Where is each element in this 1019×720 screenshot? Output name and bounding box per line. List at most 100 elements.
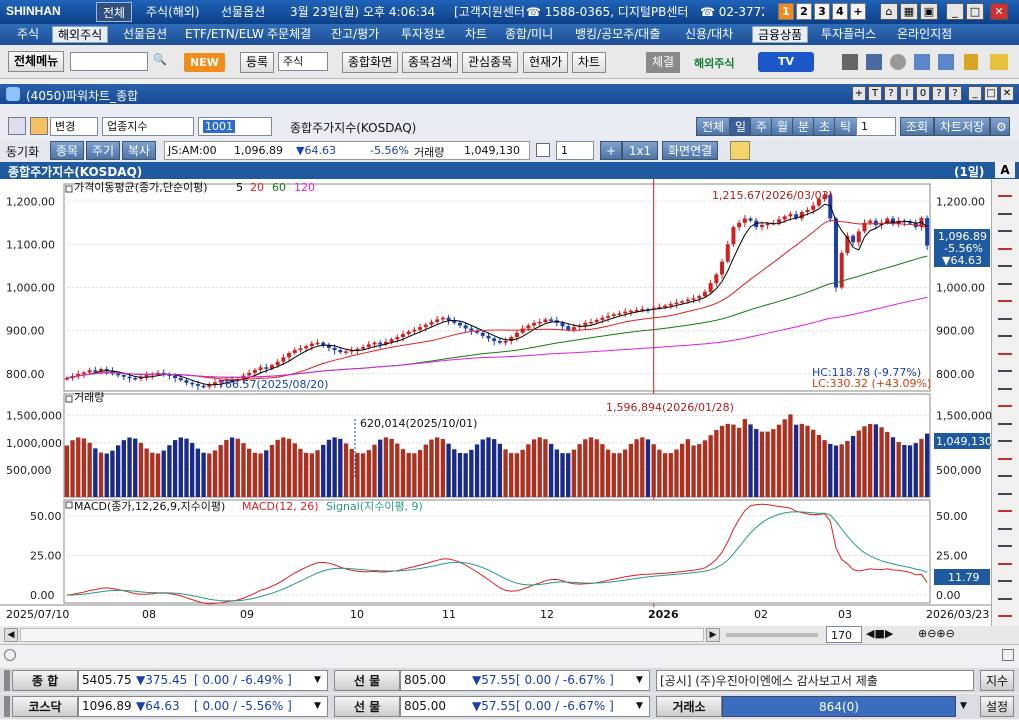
futures-dropdown-icon-2[interactable]: ▼ [636, 696, 643, 717]
window-ctrl-info[interactable]: I [900, 86, 914, 101]
window-minimize-icon[interactable]: _ [968, 86, 982, 101]
menu-item-stock[interactable]: 주식 [12, 26, 44, 43]
cursor-tool-icon[interactable] [998, 203, 1012, 215]
search-icon[interactable]: 🔍 [152, 53, 168, 71]
period-second-button[interactable]: 초 [813, 117, 837, 136]
window-close-icon[interactable]: ✕ [1000, 86, 1014, 101]
screen-2-button[interactable]: 2 [796, 3, 812, 20]
layout-icon[interactable]: ▦ [900, 3, 918, 20]
window-ctrl-q1[interactable]: ? [932, 86, 946, 101]
ratio-button[interactable]: 1x1 [622, 141, 658, 160]
folder-icon[interactable] [990, 54, 1008, 70]
menu-item-online[interactable]: 온라인지점 [892, 26, 957, 43]
window-ctrl-help[interactable]: ? [884, 86, 898, 101]
futures-dropdown-icon-1[interactable]: ▼ [636, 670, 643, 691]
gear-icon[interactable] [890, 54, 906, 70]
scroll-right-icon[interactable]: ▶ [706, 628, 720, 642]
pencil-icon[interactable] [730, 141, 750, 160]
ray-tool-icon[interactable] [998, 360, 1012, 372]
menu-item-orders[interactable]: 주문체결 [262, 26, 316, 43]
all-menu-button[interactable]: 전체메뉴 [8, 51, 65, 72]
code-input[interactable]: 1001 [198, 117, 272, 136]
fibonacci-tool-icon[interactable] [998, 343, 1012, 355]
settings-gear-icon[interactable]: ⚙ [990, 117, 1010, 136]
sync-stock-button[interactable]: 종목 [50, 141, 85, 160]
chart-save-button[interactable]: 차트저장 [934, 117, 991, 136]
add-chart-button[interactable]: + [600, 141, 623, 160]
screen-3-button[interactable]: 3 [814, 3, 830, 20]
menu-item-chart[interactable]: 차트 [460, 26, 492, 43]
overlay-checkbox[interactable] [536, 143, 550, 157]
stock-search-button[interactable]: 종목검색 [402, 52, 459, 73]
sync-period-button[interactable]: 주기 [86, 141, 121, 160]
arrow-tool-icon[interactable] [998, 378, 1012, 390]
lock-tool-icon[interactable] [998, 605, 1012, 617]
fan-tool-icon[interactable] [998, 465, 1012, 477]
register-button[interactable]: 등록 [240, 52, 275, 73]
industry-select[interactable]: 업종지수 [102, 117, 194, 136]
horizontal-line-tool-icon[interactable] [998, 290, 1012, 302]
window-icon[interactable] [914, 54, 930, 70]
period-tick-button[interactable]: 틱 [834, 117, 858, 136]
new-badge[interactable]: NEW [184, 53, 225, 72]
text-tool-icon[interactable] [998, 395, 1012, 407]
screen-1-button[interactable]: 1 [778, 3, 794, 20]
index-button[interactable]: 지수 [980, 670, 1014, 691]
period-day-button[interactable]: 일 [729, 117, 753, 136]
pointer-tool-icon[interactable] [998, 185, 1012, 197]
zoom-count-input[interactable]: 170 [826, 626, 862, 643]
horizontal-scrollbar[interactable] [20, 628, 704, 642]
watchlist-button[interactable]: 관심종목 [462, 52, 519, 73]
window-ctrl-text[interactable]: T [868, 86, 882, 101]
calculator-icon[interactable] [866, 54, 882, 70]
menu-item-mini[interactable]: 종합/미니 [500, 26, 558, 43]
eraser-tool-icon[interactable] [998, 255, 1012, 267]
measure-tool-icon[interactable] [998, 553, 1012, 565]
cycle-tool-icon[interactable] [998, 448, 1012, 460]
minimize-icon[interactable]: _ [946, 3, 964, 20]
square-tool-icon[interactable] [998, 500, 1012, 512]
pitchfork-tool-icon[interactable] [998, 535, 1012, 547]
settings-button[interactable]: 설정 [980, 696, 1014, 717]
chart-area[interactable]: 1,200.001,200.001,100.001,100.001,000.00… [0, 179, 1019, 626]
tv-button[interactable]: TV [758, 52, 814, 72]
menu-item-banking[interactable]: 뱅킹/공모주/대출 [570, 26, 665, 43]
menu-item-futures[interactable]: 선물옵션 [118, 26, 172, 43]
chart-side-toggle-icon[interactable]: A [995, 162, 1015, 178]
triangle-tool-icon[interactable] [998, 518, 1012, 530]
period-minute-button[interactable]: 분 [792, 117, 816, 136]
maximize-icon[interactable]: □ [966, 3, 984, 20]
menu-item-credit[interactable]: 신용/대차 [680, 26, 738, 43]
note-tool-icon[interactable] [998, 570, 1012, 582]
playback-controls-icon[interactable]: ◀■▶ [866, 627, 893, 640]
change-select[interactable]: 변경 [50, 117, 98, 136]
period-week-button[interactable]: 주 [750, 117, 774, 136]
channel-tool-icon[interactable] [998, 325, 1012, 337]
magnet-tool-icon[interactable] [998, 588, 1012, 600]
zoom-icons[interactable]: ⊕⊖⊕⊖ [918, 627, 955, 640]
current-price-button[interactable]: 현재가 [523, 52, 569, 73]
screen-icon[interactable] [938, 54, 954, 70]
lock-icon[interactable]: ▣ [920, 3, 938, 20]
screen-add-button[interactable]: + [850, 3, 866, 20]
tab-all[interactable]: 전체 [96, 2, 133, 22]
chart-count-select[interactable]: 1 [556, 141, 594, 160]
trend-line-tool-icon[interactable] [998, 273, 1012, 285]
chart-button[interactable]: 차트 [572, 52, 607, 73]
resize-icon[interactable] [1002, 649, 1014, 661]
chart-svg[interactable]: 1,200.001,200.001,100.001,100.001,000.00… [0, 179, 992, 626]
window-maximize-icon[interactable]: □ [984, 86, 998, 101]
menu-item-info[interactable]: 투자정보 [396, 26, 450, 43]
zoom-slider[interactable] [726, 633, 818, 637]
sync-copy-button[interactable]: 복사 [122, 141, 157, 160]
menu-item-products[interactable]: 금융상품 [752, 26, 809, 43]
menu-search-input[interactable] [70, 52, 148, 71]
screen-link-button[interactable]: 화면연결 [662, 141, 719, 160]
kosdaq-dropdown-icon[interactable]: ▼ [314, 696, 321, 717]
execution-button[interactable]: 체결 [646, 52, 681, 73]
vertical-line-tool-icon[interactable] [998, 308, 1012, 320]
menu-item-etf[interactable]: ETF/ETN/ELW [180, 26, 269, 43]
window-ctrl-plus[interactable]: + [852, 86, 866, 101]
layout-toggle-icon[interactable] [8, 117, 26, 135]
window-ctrl-zero[interactable]: 0 [916, 86, 930, 101]
